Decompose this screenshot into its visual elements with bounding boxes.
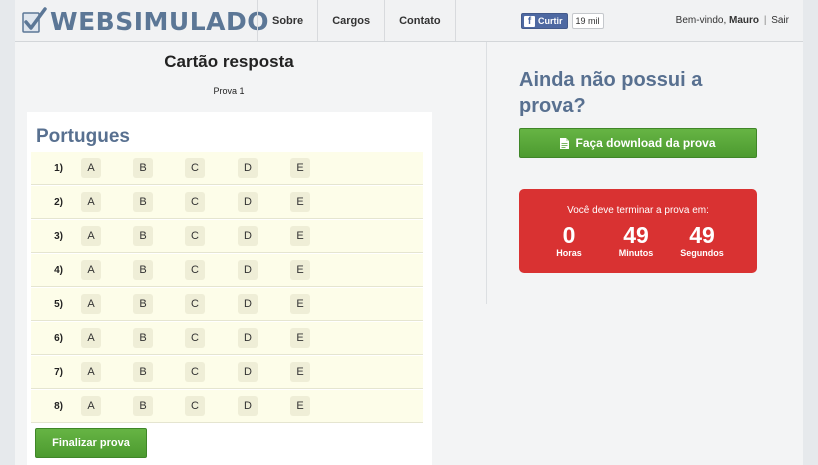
question-row: 7) A B C D E [31, 355, 423, 389]
timer-hours: 0 Horas [539, 223, 599, 258]
document-icon [560, 137, 570, 149]
main-nav: Sobre Cargos Contato [257, 0, 456, 41]
nav-item-sobre[interactable]: Sobre [257, 0, 317, 41]
answer-option-b[interactable]: B [133, 362, 153, 382]
answer-sheet-column: Cartão resposta Prova 1 Portugues 1) A B C D… [15, 42, 486, 465]
timer-seconds: 49 Segundos [672, 223, 732, 258]
sidebar-heading: Ainda não possui a prova? [519, 69, 703, 117]
facebook-like-count: 19 mil [571, 13, 604, 29]
question-number: 4) [54, 265, 63, 276]
logo-text: WEBSIMULADO [50, 6, 269, 36]
checkmark-logo-icon [22, 7, 47, 33]
answer-option-e[interactable]: E [290, 226, 310, 246]
answer-option-c[interactable]: C [185, 158, 205, 178]
facebook-like-label: Curtir [538, 16, 563, 26]
answer-option-d[interactable]: D [238, 362, 258, 382]
timer-hours-label: Horas [556, 248, 582, 258]
page: WEBSIMULADO Sobre Cargos Contato f Curti… [15, 0, 803, 465]
site-logo[interactable]: WEBSIMULADO [21, 6, 269, 36]
answer-option-b[interactable]: B [133, 226, 153, 246]
facebook-like-button[interactable]: f Curtir [521, 13, 568, 29]
question-row: 8) A B C D E [31, 389, 423, 423]
answer-option-d[interactable]: D [238, 328, 258, 348]
question-number: 7) [54, 367, 63, 378]
answer-option-d[interactable]: D [238, 260, 258, 280]
nav-item-contato[interactable]: Contato [384, 0, 456, 41]
top-navbar: WEBSIMULADO Sobre Cargos Contato f Curti… [15, 0, 803, 42]
question-number: 8) [54, 401, 63, 412]
facebook-icon: f [524, 15, 535, 27]
timer-minutes: 49 Minutos [606, 223, 666, 258]
timer-seconds-value: 49 [689, 222, 715, 248]
facebook-like-widget: f Curtir 19 mil [521, 13, 604, 29]
question-number: 6) [54, 333, 63, 344]
answer-option-b[interactable]: B [133, 294, 153, 314]
answer-option-a[interactable]: A [81, 362, 101, 382]
answer-option-d[interactable]: D [238, 226, 258, 246]
logout-link[interactable]: Sair [771, 15, 789, 26]
answer-option-a[interactable]: A [81, 226, 101, 246]
greeting-text: Bem-vindo, [675, 15, 727, 26]
answer-option-c[interactable]: C [185, 362, 205, 382]
timer-minutes-label: Minutos [618, 248, 654, 258]
nav-item-cargos[interactable]: Cargos [317, 0, 384, 41]
question-row: 6) A B C D E [31, 321, 423, 355]
answer-option-a[interactable]: A [81, 158, 101, 178]
timer-hours-value: 0 [562, 222, 576, 248]
question-row: 5) A B C D E [31, 287, 423, 321]
section-title: Portugues [36, 126, 130, 147]
answer-option-b[interactable]: B [133, 260, 153, 280]
question-row: 2) A B C D E [31, 185, 423, 219]
timer-message: Você deve terminar a prova em: [567, 205, 709, 216]
answer-option-c[interactable]: C [185, 226, 205, 246]
page-title: Cartão resposta [164, 52, 294, 71]
question-number: 2) [54, 197, 63, 208]
answer-option-a[interactable]: A [81, 192, 101, 212]
answer-option-c[interactable]: C [185, 328, 205, 348]
timer-minutes-value: 49 [623, 222, 649, 248]
answer-option-e[interactable]: E [290, 192, 310, 212]
separator: | [763, 15, 767, 26]
answer-option-d[interactable]: D [238, 192, 258, 212]
download-exam-button[interactable]: Faça download da prova [519, 128, 757, 158]
answer-option-a[interactable]: A [81, 328, 101, 348]
answer-option-d[interactable]: D [238, 396, 258, 416]
user-name: Mauro [729, 15, 760, 26]
answer-option-d[interactable]: D [238, 294, 258, 314]
answer-option-e[interactable]: E [290, 362, 310, 382]
answer-sheet-card: Portugues 1) A B C D E 2) A B C D E 3) A B C D E 4) A B C D E 5)… [27, 112, 432, 465]
answer-option-b[interactable]: B [133, 192, 153, 212]
download-label: Faça download da prova [575, 136, 716, 150]
question-row: 1) A B C D E [31, 151, 423, 185]
answer-option-b[interactable]: B [133, 328, 153, 348]
user-greeting: Bem-vindo, Mauro | Sair [676, 15, 789, 26]
answer-option-e[interactable]: E [290, 260, 310, 280]
answer-option-a[interactable]: A [81, 260, 101, 280]
question-list: 1) A B C D E 2) A B C D E 3) A B C D E 4) A B C D E 5) A B C D E 6) A B C… [31, 151, 423, 423]
answer-option-e[interactable]: E [290, 396, 310, 416]
answer-option-e[interactable]: E [290, 328, 310, 348]
sidebar: Ainda não possui a prova? Faça download … [487, 42, 803, 465]
answer-option-c[interactable]: C [185, 396, 205, 416]
question-number: 3) [54, 231, 63, 242]
question-row: 4) A B C D E [31, 253, 423, 287]
question-number: 1) [54, 163, 63, 174]
finish-exam-button[interactable]: Finalizar prova [35, 428, 147, 458]
answer-option-c[interactable]: C [185, 294, 205, 314]
answer-option-a[interactable]: A [81, 396, 101, 416]
answer-option-a[interactable]: A [81, 294, 101, 314]
exam-name: Prova 1 [213, 86, 245, 96]
timer-seconds-label: Segundos [680, 248, 724, 258]
answer-option-c[interactable]: C [185, 192, 205, 212]
answer-option-b[interactable]: B [133, 158, 153, 178]
question-number: 5) [54, 299, 63, 310]
answer-option-d[interactable]: D [238, 158, 258, 178]
answer-option-c[interactable]: C [185, 260, 205, 280]
countdown-timer: Você deve terminar a prova em: 0 Horas 4… [519, 189, 757, 273]
question-row: 3) A B C D E [31, 219, 423, 253]
answer-option-b[interactable]: B [133, 396, 153, 416]
answer-option-e[interactable]: E [290, 294, 310, 314]
answer-option-e[interactable]: E [290, 158, 310, 178]
